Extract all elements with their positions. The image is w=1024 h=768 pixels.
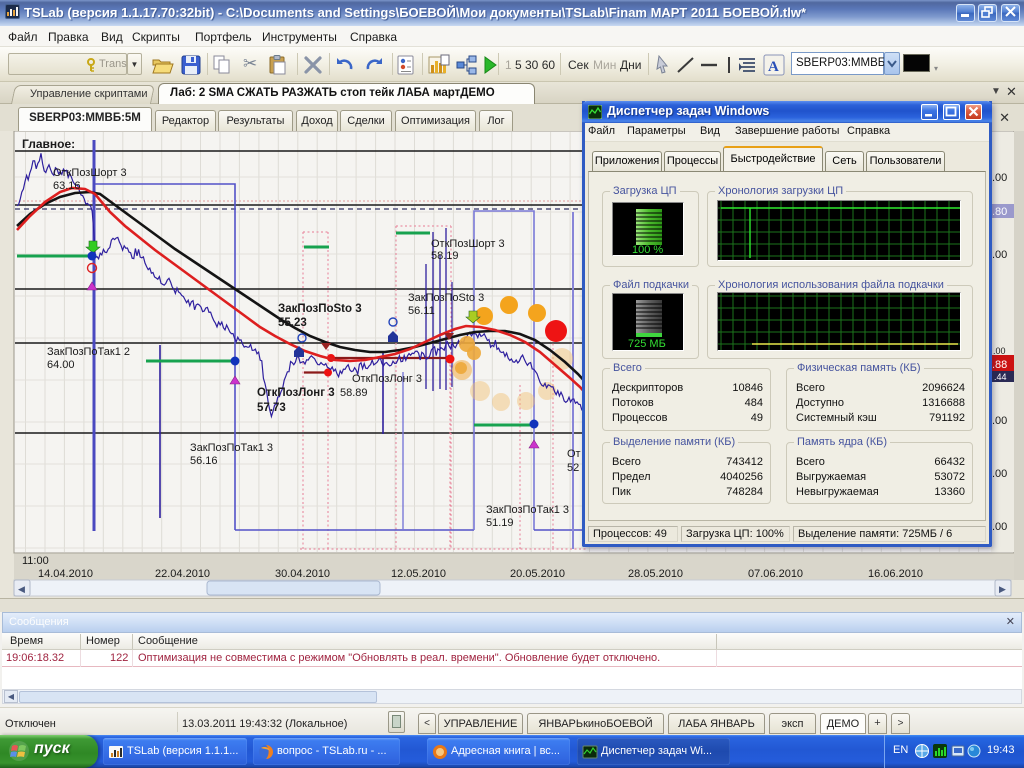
svg-text:▶: ▶ bbox=[999, 584, 1006, 594]
svg-text:56.16: 56.16 bbox=[190, 455, 218, 467]
svg-text:.00: .00 bbox=[992, 172, 1007, 184]
svg-text:57.73: 57.73 bbox=[257, 402, 286, 414]
svg-text:.80: .80 bbox=[992, 206, 1007, 218]
svg-text:ЗакПозПоТак1 3: ЗакПозПоТак1 3 bbox=[486, 504, 569, 516]
svg-text:ОткПозШорт 3: ОткПозШорт 3 bbox=[431, 238, 505, 250]
svg-text:51.19: 51.19 bbox=[486, 517, 514, 529]
svg-text:12.05.2010: 12.05.2010 bbox=[391, 568, 446, 580]
svg-text:28.05.2010: 28.05.2010 bbox=[628, 568, 683, 580]
svg-text:.00: .00 bbox=[993, 346, 1006, 356]
svg-text:100 %: 100 % bbox=[632, 244, 663, 255]
svg-text:63.16: 63.16 bbox=[53, 180, 81, 192]
svg-text:.00: .00 bbox=[992, 521, 1007, 533]
svg-text:От: От bbox=[567, 448, 581, 460]
svg-text:.44: .44 bbox=[994, 372, 1007, 382]
svg-text:◀: ◀ bbox=[18, 584, 25, 594]
svg-text:ЗакПозПоТак1 2: ЗакПозПоТак1 2 bbox=[47, 346, 130, 358]
svg-text:ОткПозШорт 3: ОткПозШорт 3 bbox=[53, 167, 127, 179]
svg-text:.00: .00 bbox=[992, 415, 1007, 427]
svg-text:ОткПозЛонг 3: ОткПозЛонг 3 bbox=[257, 387, 335, 399]
svg-text:07.06.2010: 07.06.2010 bbox=[748, 568, 803, 580]
svg-text:A: A bbox=[768, 59, 779, 75]
svg-text:ЗакПозПоТак1 3: ЗакПозПоТак1 3 bbox=[190, 442, 273, 454]
svg-text:20.05.2010: 20.05.2010 bbox=[510, 568, 565, 580]
svg-text:22.04.2010: 22.04.2010 bbox=[155, 568, 210, 580]
svg-text:52: 52 bbox=[567, 462, 579, 474]
svg-text:Главное:: Главное: bbox=[22, 137, 75, 151]
svg-text:56.11: 56.11 bbox=[408, 305, 435, 317]
svg-text:ЗакПозПоSto 3: ЗакПозПоSto 3 bbox=[278, 303, 362, 315]
svg-text:725 МБ: 725 МБ bbox=[628, 338, 666, 350]
svg-text:.00: .00 bbox=[992, 249, 1007, 261]
svg-text:.00: .00 bbox=[992, 468, 1007, 480]
svg-text:11:00: 11:00 bbox=[22, 555, 49, 567]
svg-text:64.00: 64.00 bbox=[47, 359, 75, 371]
svg-text:.88: .88 bbox=[992, 359, 1007, 371]
svg-text:30.04.2010: 30.04.2010 bbox=[275, 568, 330, 580]
svg-text:58.19: 58.19 bbox=[431, 250, 459, 262]
svg-text:55.23: 55.23 bbox=[278, 317, 307, 329]
svg-text:ОткПозЛонг 3: ОткПозЛонг 3 bbox=[352, 373, 422, 385]
svg-text:16.06.2010: 16.06.2010 bbox=[868, 568, 923, 580]
svg-text:14.04.2010: 14.04.2010 bbox=[38, 568, 93, 580]
svg-text:ЗакПозПоSto 3: ЗакПозПоSto 3 bbox=[408, 292, 484, 304]
svg-text:58.89: 58.89 bbox=[340, 387, 368, 399]
